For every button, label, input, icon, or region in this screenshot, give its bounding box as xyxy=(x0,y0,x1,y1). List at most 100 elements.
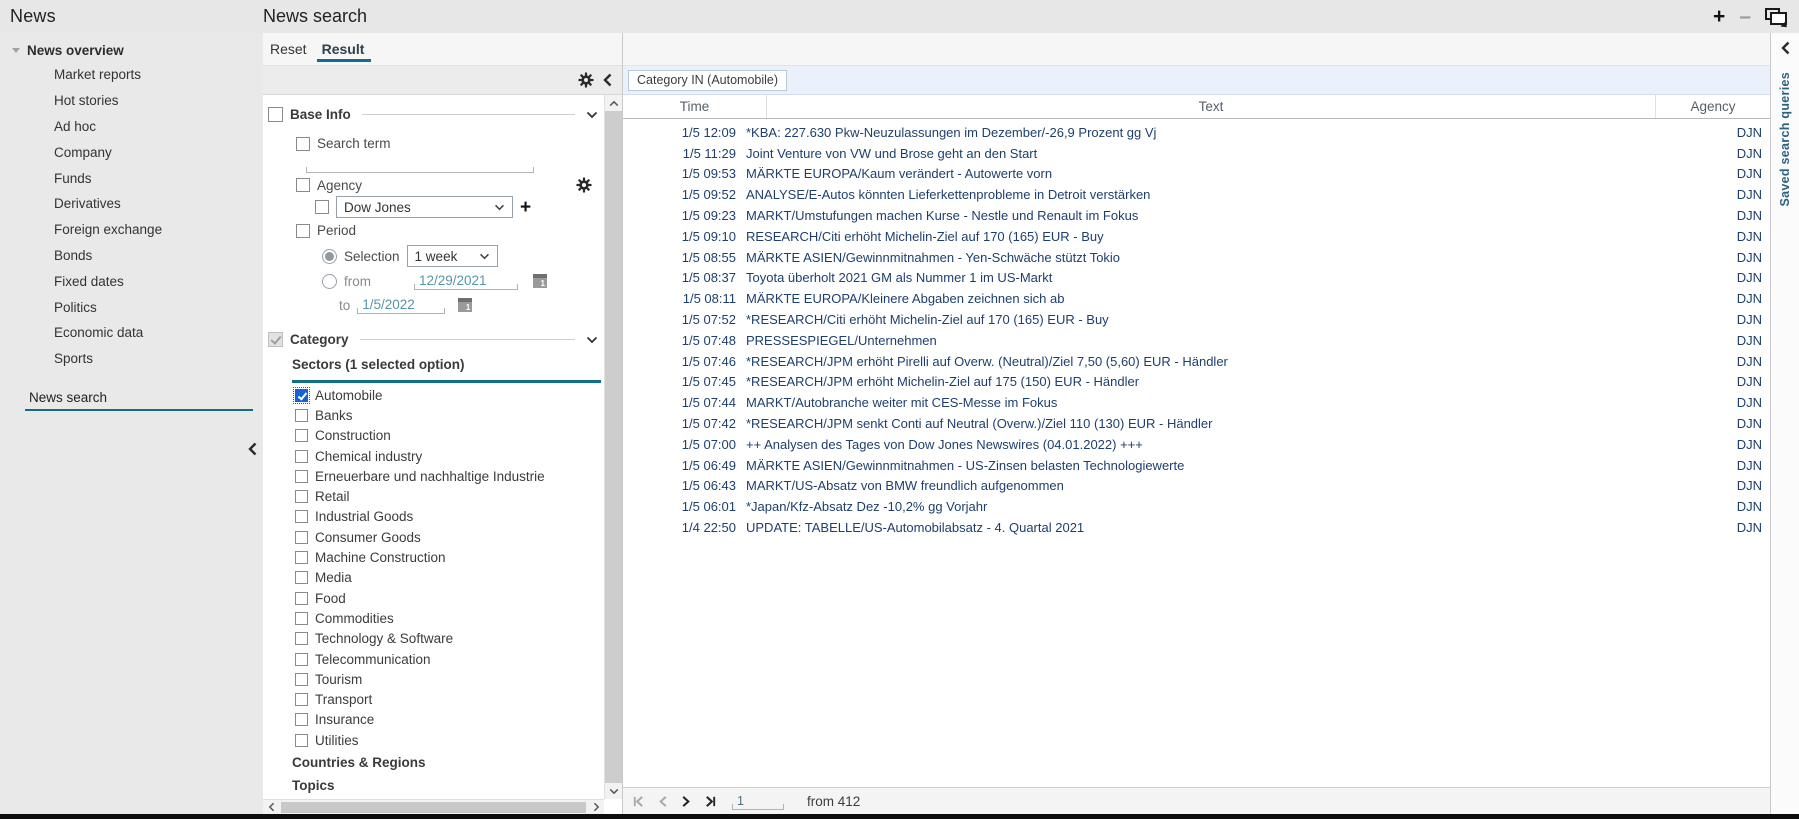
base-info-checkbox[interactable] xyxy=(268,107,283,122)
countries-regions-header[interactable]: Countries & Regions xyxy=(292,755,426,770)
news-headline[interactable]: *RESEARCH/JPM erhöht Michelin-Ziel auf 1… xyxy=(746,374,1660,389)
sidebar-item[interactable]: Politics xyxy=(0,294,263,320)
sidebar-item[interactable]: Market reports xyxy=(0,62,263,88)
sector-checkbox[interactable] xyxy=(295,673,308,686)
scroll-right-icon[interactable] xyxy=(588,802,604,812)
period-checkbox[interactable] xyxy=(296,224,310,238)
news-row[interactable]: 1/5 07:52 *RESEARCH/Citi erhöht Michelin… xyxy=(623,309,1770,330)
news-headline[interactable]: ++ Analysen des Tages von Dow Jones News… xyxy=(746,437,1660,452)
calendar-icon[interactable] xyxy=(533,274,547,288)
sector-option[interactable]: Chemical industry xyxy=(263,446,604,466)
section-base-info[interactable]: Base Info xyxy=(268,107,598,122)
add-agency-icon[interactable]: + xyxy=(520,198,531,217)
sector-checkbox[interactable] xyxy=(295,612,308,625)
expand-panel-icon[interactable] xyxy=(1781,41,1790,58)
section-category[interactable]: Category xyxy=(268,332,598,347)
sidebar-item[interactable]: Derivatives xyxy=(0,191,263,217)
filter-horizontal-scrollbar[interactable] xyxy=(263,799,604,814)
news-headline[interactable]: *RESEARCH/JPM senkt Conti auf Neutral (O… xyxy=(746,416,1660,431)
to-date-field[interactable]: 1/5/2022 xyxy=(357,296,445,314)
sector-checkbox[interactable] xyxy=(295,389,308,402)
news-row[interactable]: 1/5 08:11 MÄRKTE EUROPA/Kleinere Abgaben… xyxy=(623,288,1770,309)
period-select[interactable]: 1 week xyxy=(407,245,498,267)
news-row[interactable]: 1/4 22:50 UPDATE: TABELLE/US-Automobilab… xyxy=(623,517,1770,538)
tree-expand-icon[interactable] xyxy=(12,48,20,53)
sidebar-item-news-overview[interactable]: News overview xyxy=(0,33,263,62)
first-page-icon[interactable] xyxy=(632,795,645,808)
from-radio[interactable] xyxy=(322,274,337,289)
news-headline[interactable]: MÄRKTE EUROPA/Kleinere Abgaben zeichnen … xyxy=(746,291,1660,306)
scrollbar-thumb[interactable] xyxy=(605,111,622,783)
sector-checkbox[interactable] xyxy=(295,571,308,584)
filter-vertical-scrollbar[interactable] xyxy=(604,95,622,799)
search-term-input[interactable] xyxy=(311,156,529,171)
add-window-icon[interactable]: + xyxy=(1713,6,1725,27)
category-checkbox[interactable] xyxy=(268,332,283,347)
news-headline[interactable]: *RESEARCH/Citi erhöht Michelin-Ziel auf … xyxy=(746,312,1660,327)
scrollbar-thumb[interactable] xyxy=(281,802,586,813)
sidebar-item[interactable]: Ad hoc xyxy=(0,114,263,140)
sidebar-item[interactable]: Sports xyxy=(0,346,263,372)
sector-checkbox[interactable] xyxy=(295,592,308,605)
news-headline[interactable]: MÄRKTE ASIEN/Gewinnmitnahmen - US-Zinsen… xyxy=(746,458,1660,473)
sector-checkbox[interactable] xyxy=(295,653,308,666)
chevron-down-icon[interactable] xyxy=(586,111,598,119)
sector-option[interactable]: Automobile xyxy=(263,385,604,405)
news-row[interactable]: 1/5 12:09 *KBA: 227.630 Pkw-Neuzulassung… xyxy=(623,122,1770,143)
sector-option[interactable]: Utilities xyxy=(263,730,604,750)
layers-window-icon[interactable] xyxy=(1765,6,1789,28)
sector-checkbox[interactable] xyxy=(295,510,308,523)
news-headline[interactable]: PRESSESPIEGEL/Unternehmen xyxy=(746,333,1660,348)
news-row[interactable]: 1/5 08:37 Toyota überholt 2021 GM als Nu… xyxy=(623,268,1770,289)
sidebar-item[interactable]: Foreign exchange xyxy=(0,217,263,243)
topics-header[interactable]: Topics xyxy=(292,778,335,793)
sidebar-item[interactable]: Bonds xyxy=(0,243,263,269)
saved-queries-strip[interactable]: Saved search queries xyxy=(1770,33,1799,814)
from-date-field[interactable]: 12/29/2021 xyxy=(414,272,518,290)
news-headline[interactable]: MARKT/Autobranche weiter mit CES-Messe i… xyxy=(746,395,1660,410)
sector-checkbox[interactable] xyxy=(295,734,308,747)
chevron-down-icon[interactable] xyxy=(586,336,598,344)
sector-checkbox[interactable] xyxy=(295,490,308,503)
news-headline[interactable]: Toyota überholt 2021 GM als Nummer 1 im … xyxy=(746,270,1660,285)
sector-checkbox[interactable] xyxy=(295,450,308,463)
sector-option[interactable]: Media xyxy=(263,568,604,588)
sector-option[interactable]: Telecommunication xyxy=(263,649,604,669)
news-row[interactable]: 1/5 08:55 MÄRKTE ASIEN/Gewinnmitnahmen -… xyxy=(623,247,1770,268)
sector-option[interactable]: Tourism xyxy=(263,669,604,689)
sector-option[interactable]: Machine Construction xyxy=(263,547,604,567)
news-headline[interactable]: MÄRKTE EUROPA/Kaum verändert - Autowerte… xyxy=(746,166,1660,181)
sector-option[interactable]: Erneuerbare und nachhaltige Industrie xyxy=(263,466,604,486)
sector-checkbox[interactable] xyxy=(295,551,308,564)
sidebar-item[interactable]: Company xyxy=(0,139,263,165)
sector-option[interactable]: Consumer Goods xyxy=(263,527,604,547)
sector-checkbox[interactable] xyxy=(295,693,308,706)
news-row[interactable]: 1/5 09:53 MÄRKTE EUROPA/Kaum verändert -… xyxy=(623,164,1770,185)
next-page-icon[interactable] xyxy=(681,795,691,808)
page-number-input[interactable] xyxy=(737,794,779,808)
news-row[interactable]: 1/5 07:44 MARKT/Autobranche weiter mit C… xyxy=(623,392,1770,413)
news-row[interactable]: 1/5 06:01 *Japan/Kfz-Absatz Dez -10,2% g… xyxy=(623,496,1770,517)
news-row[interactable]: 1/5 07:00 ++ Analysen des Tages von Dow … xyxy=(623,434,1770,455)
sector-option[interactable]: Technology & Software xyxy=(263,629,604,649)
sidebar-item[interactable]: Fixed dates xyxy=(0,268,263,294)
news-headline[interactable]: ANALYSE/E-Autos könnten Lieferkettenprob… xyxy=(746,187,1660,202)
news-row[interactable]: 1/5 11:29 Joint Venture von VW und Brose… xyxy=(623,143,1770,164)
sector-checkbox[interactable] xyxy=(295,713,308,726)
sidebar-item-news-search[interactable]: News search xyxy=(25,390,253,411)
news-row[interactable]: 1/5 09:23 MARKT/Umstufungen machen Kurse… xyxy=(623,205,1770,226)
minimize-icon[interactable]: – xyxy=(1739,6,1751,27)
sidebar-item[interactable]: Economic data xyxy=(0,320,263,346)
previous-page-icon[interactable] xyxy=(658,795,668,808)
filter-chip[interactable]: Category IN (Automobile) xyxy=(628,70,787,91)
settings-gear-icon[interactable] xyxy=(578,72,594,88)
news-headline[interactable]: MARKT/US-Absatz von BMW freundlich aufge… xyxy=(746,478,1660,493)
sector-checkbox[interactable] xyxy=(295,429,308,442)
news-headline[interactable]: UPDATE: TABELLE/US-Automobilabsatz - 4. … xyxy=(746,520,1660,535)
news-headline[interactable]: Joint Venture von VW und Brose geht an d… xyxy=(746,146,1660,161)
saved-queries-title[interactable]: Saved search queries xyxy=(1778,72,1792,207)
agency-select[interactable]: Dow Jones xyxy=(336,196,513,218)
column-header-agency[interactable]: Agency xyxy=(1656,99,1770,114)
sidebar-item[interactable]: Hot stories xyxy=(0,88,263,114)
news-row[interactable]: 1/5 07:46 *RESEARCH/JPM erhöht Pirelli a… xyxy=(623,351,1770,372)
